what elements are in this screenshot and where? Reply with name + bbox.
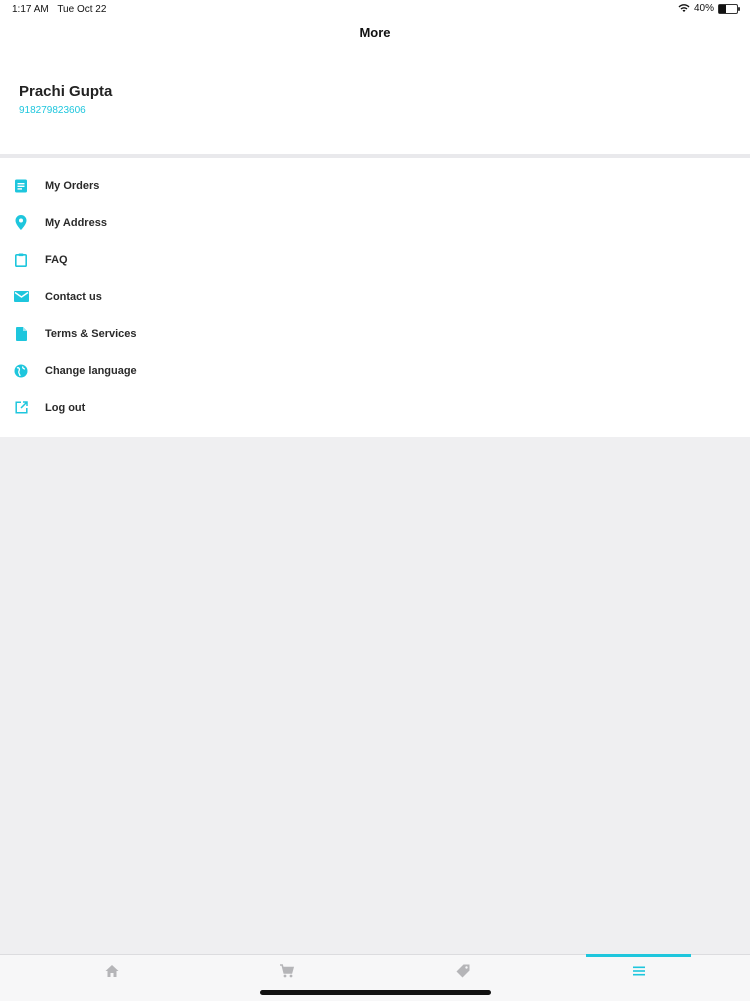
menu-item-change-language[interactable]: Change language xyxy=(0,352,750,389)
menu-item-label: Log out xyxy=(45,401,86,414)
globe-icon xyxy=(13,363,29,379)
menu-item-my-orders[interactable]: My Orders xyxy=(0,167,750,204)
menu-item-label: Change language xyxy=(45,364,137,377)
page-title: More xyxy=(359,25,391,40)
cart-icon xyxy=(279,964,294,978)
menu-icon xyxy=(632,966,645,976)
tab-home[interactable] xyxy=(59,955,164,1001)
menu-item-label: My Address xyxy=(45,216,107,229)
battery-icon xyxy=(718,3,740,14)
mail-icon xyxy=(13,289,29,305)
menu-item-label: Terms & Services xyxy=(45,327,137,340)
more-menu: My Orders My Address FAQ Contact us Term… xyxy=(0,158,750,437)
tag-icon xyxy=(456,964,469,978)
battery-percentage: 40% xyxy=(693,3,714,14)
profile-phone: 918279823606 xyxy=(19,105,86,116)
menu-item-label: My Orders xyxy=(45,179,100,192)
menu-item-faq[interactable]: FAQ xyxy=(0,241,750,278)
profile-section: Prachi Gupta 918279823606 xyxy=(0,50,750,154)
menu-item-terms-services[interactable]: Terms & Services xyxy=(0,315,750,352)
external-link-icon xyxy=(13,400,29,416)
clipboard-icon xyxy=(13,252,29,268)
battery-level xyxy=(719,4,727,13)
menu-item-label: Contact us xyxy=(45,290,102,303)
status-bar: 1:17 AM Tue Oct 22 40% xyxy=(0,0,750,18)
home-icon xyxy=(105,965,118,977)
wifi-icon xyxy=(678,4,690,12)
orders-icon xyxy=(13,178,29,194)
tab-more[interactable] xyxy=(586,954,691,1001)
active-tab-indicator xyxy=(586,954,691,957)
location-pin-icon xyxy=(13,215,29,231)
menu-item-contact-us[interactable]: Contact us xyxy=(0,278,750,315)
home-indicator xyxy=(260,990,491,995)
status-date: Tue Oct 22 xyxy=(57,4,107,15)
menu-item-label: FAQ xyxy=(45,253,68,266)
status-time: 1:17 AM xyxy=(12,4,49,15)
navigation-bar: More xyxy=(0,18,750,50)
menu-item-log-out[interactable]: Log out xyxy=(0,389,750,426)
profile-name: Prachi Gupta xyxy=(19,83,113,100)
menu-item-my-address[interactable]: My Address xyxy=(0,204,750,241)
document-icon xyxy=(13,326,29,342)
